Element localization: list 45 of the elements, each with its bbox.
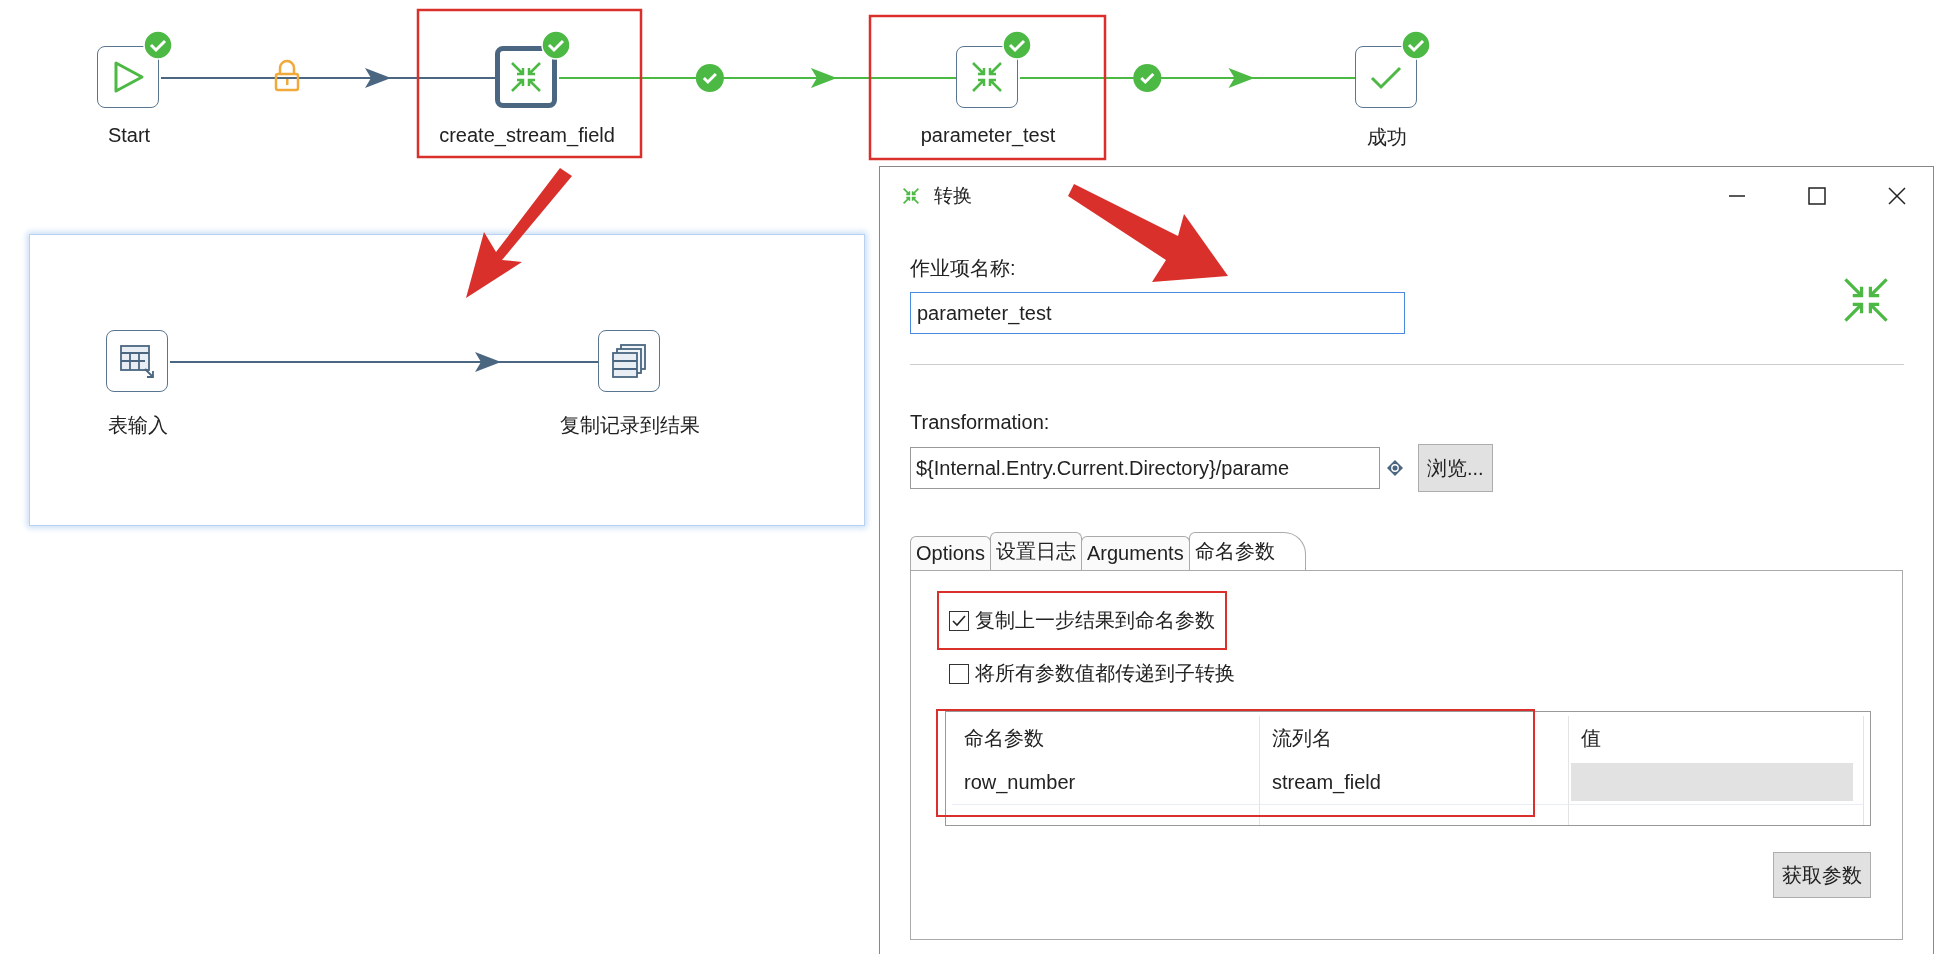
hop-arrow[interactable] — [160, 68, 496, 88]
job-entry[interactable] — [956, 46, 1018, 108]
job-entry[interactable] — [97, 46, 159, 108]
check-badge-icon — [695, 64, 724, 92]
job-entry[interactable] — [1355, 46, 1417, 108]
arrows-inward-icon — [509, 60, 543, 94]
arrows-inward-icon — [1841, 275, 1891, 325]
column-header: 流列名 — [1260, 716, 1569, 760]
step-label: 复制记录到结果 — [560, 413, 700, 438]
checkbox[interactable] — [949, 663, 969, 684]
close-icon[interactable] — [1887, 186, 1907, 206]
tab[interactable]: 设置日志 — [989, 532, 1082, 570]
step-node[interactable] — [106, 330, 168, 392]
column-header: 值 — [1569, 716, 1864, 760]
field-label: 作业项名称: — [910, 256, 1017, 281]
step-node[interactable] — [598, 330, 660, 392]
field-label: Transformation: — [910, 411, 1051, 434]
arrows-inward-icon — [902, 187, 920, 205]
variable-icon — [1386, 459, 1404, 477]
checkbox-label: 复制上一步结果到命名参数 — [975, 608, 1215, 633]
job-entry[interactable] — [495, 46, 557, 108]
browse-button[interactable]: 浏览... — [1418, 444, 1493, 492]
tab[interactable]: Arguments — [1080, 536, 1190, 570]
window-title: 转换 — [934, 184, 972, 208]
name-field[interactable]: parameter_test — [910, 292, 1405, 334]
get-parameters-button[interactable]: 获取参数 — [1773, 852, 1871, 898]
stacked-sheets-icon — [609, 341, 649, 381]
table-cell: row_number — [952, 760, 1260, 804]
checkbox-label: 将所有参数值都传递到子转换 — [975, 661, 1235, 686]
path-field[interactable]: ${Internal.Entry.Current.Directory}/parame — [910, 447, 1380, 489]
check-badge-icon — [1133, 64, 1162, 92]
table-cell: stream_field — [1260, 760, 1569, 804]
maximize-icon[interactable] — [1807, 186, 1827, 206]
lock-icon — [274, 59, 300, 92]
entry-label: parameter_test — [920, 124, 1056, 147]
tab[interactable]: Options — [910, 536, 991, 570]
step-label: 表输入 — [108, 413, 168, 438]
entry-label: Start — [107, 124, 151, 147]
hop-arrow[interactable] — [169, 352, 599, 372]
arrows-inward-icon — [970, 60, 1004, 94]
checkbox[interactable] — [949, 610, 969, 631]
entry-label: create_stream_field — [439, 124, 615, 147]
tab[interactable]: 命名参数 — [1188, 532, 1306, 570]
column-header: 命名参数 — [952, 716, 1260, 760]
entry-label: 成功 — [1367, 125, 1407, 150]
